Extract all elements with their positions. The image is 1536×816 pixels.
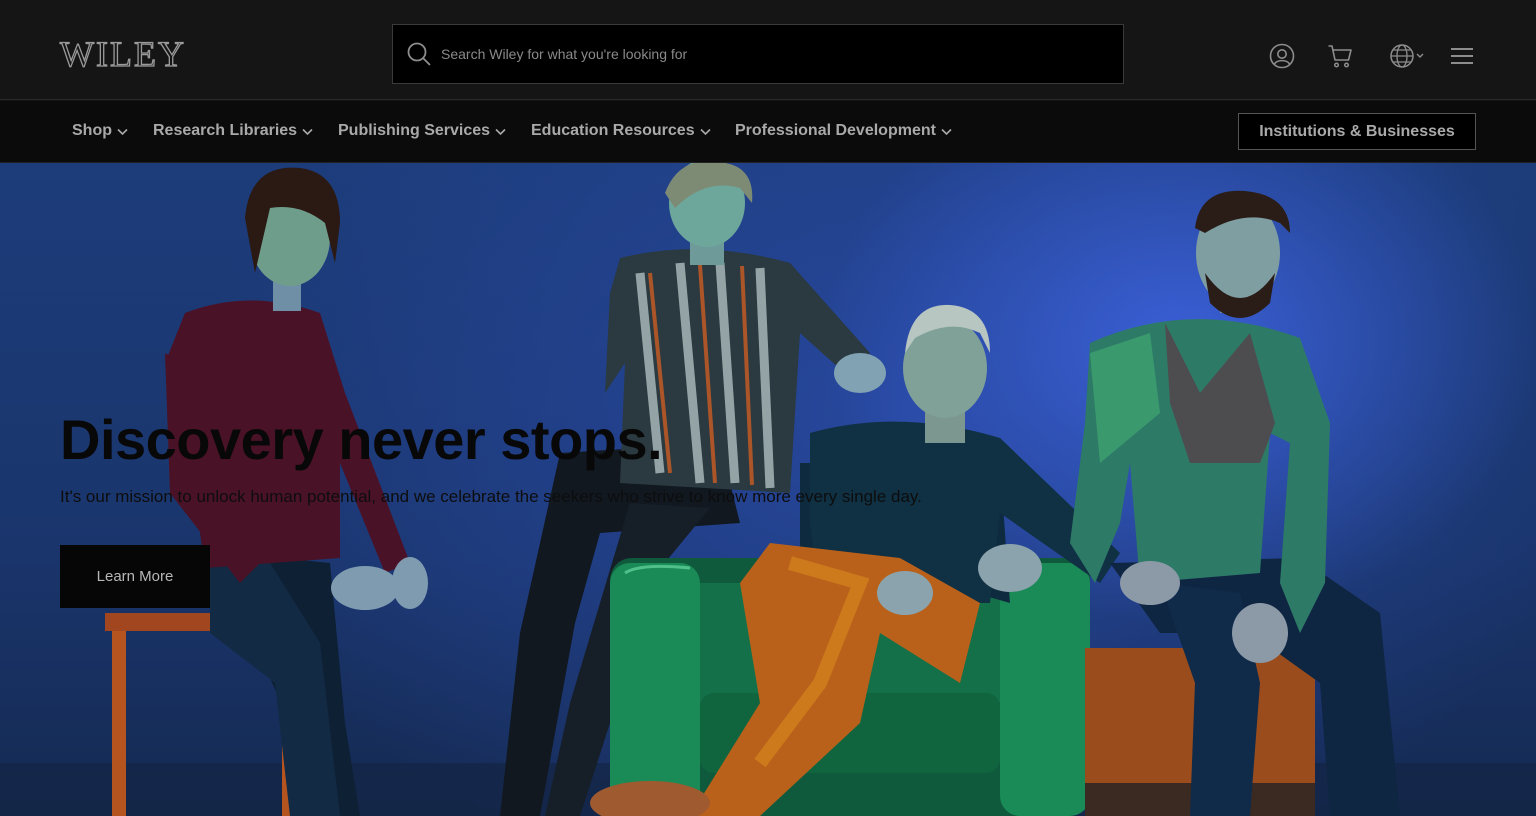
nav-item-education-resources[interactable]: Education Resources (531, 122, 711, 140)
globe-icon[interactable] (1389, 43, 1425, 69)
nav-item-professional-development[interactable]: Professional Development (735, 122, 952, 140)
account-icon[interactable] (1269, 43, 1295, 69)
chevron-down-icon (495, 128, 506, 136)
learn-more-button[interactable]: Learn More (60, 545, 210, 608)
chevron-down-icon (941, 128, 952, 136)
nav-item-shop[interactable]: Shop (72, 122, 128, 140)
site-header: WILEY (0, 0, 1536, 100)
nav-item-label: Professional Development (735, 122, 936, 139)
hero-title: Discovery never stops. (60, 408, 663, 471)
nav-item-label: Education Resources (531, 122, 695, 139)
nav-item-label: Research Libraries (153, 122, 298, 139)
hero-banner: Discovery never stops. It's our mission … (0, 163, 1536, 816)
nav-item-label: Shop (72, 122, 112, 139)
search-bar[interactable] (392, 24, 1124, 84)
nav-item-research-libraries[interactable]: Research Libraries (153, 122, 313, 140)
institutions-businesses-button[interactable]: Institutions & Businesses (1238, 113, 1476, 150)
nav-item-label: Publishing Services (338, 122, 491, 139)
menu-icon[interactable] (1449, 43, 1475, 69)
cart-icon[interactable] (1327, 43, 1353, 69)
search-icon[interactable] (406, 41, 432, 67)
search-input[interactable] (441, 46, 1081, 62)
hero-subtitle: It's our mission to unlock human potenti… (60, 487, 922, 506)
main-nav: Shop Research Libraries Publishing Servi… (0, 101, 1536, 163)
chevron-down-icon (117, 128, 128, 136)
wiley-logo[interactable]: WILEY (59, 35, 186, 72)
nav-item-publishing-services[interactable]: Publishing Services (338, 122, 506, 140)
chevron-down-icon (302, 128, 313, 136)
chevron-down-icon (700, 128, 711, 136)
